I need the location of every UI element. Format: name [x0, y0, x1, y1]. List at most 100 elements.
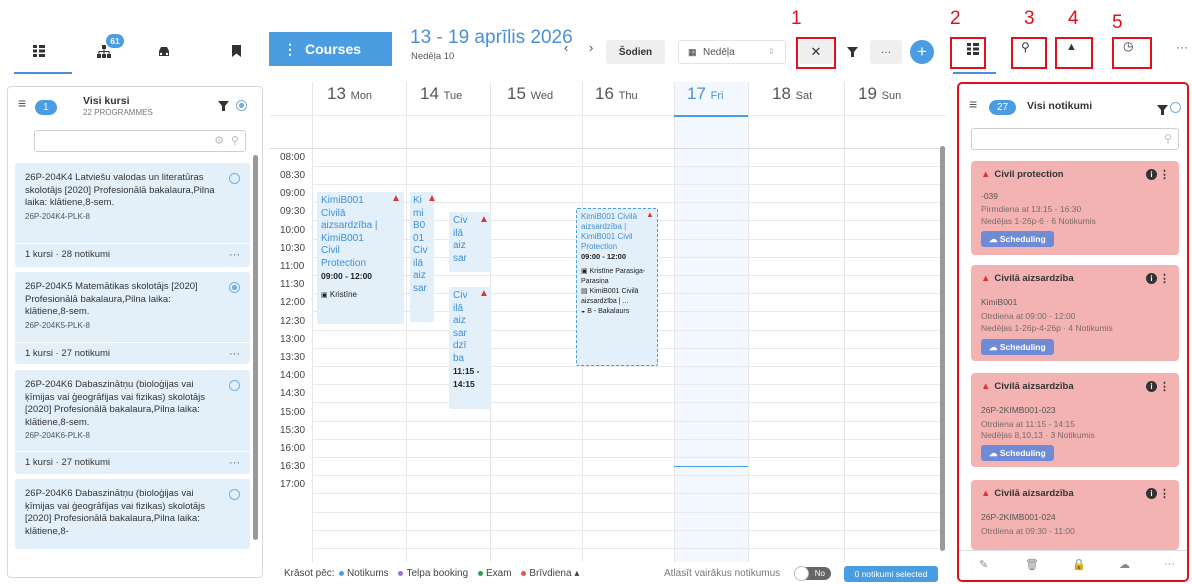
day-header-wed[interactable]: 15 Wed — [507, 84, 553, 104]
tab-more-icon[interactable]: ··· — [1176, 40, 1188, 54]
day-header-tue[interactable]: 14 Tue — [420, 84, 462, 104]
course-radio[interactable] — [229, 282, 240, 293]
view-select[interactable]: ▦ Nedēļa ⇕ — [678, 40, 786, 64]
event-card[interactable]: ▲ Civil protection i ⋮ -039 Pirmdiena at 1… — [971, 161, 1179, 255]
search-icon[interactable]: ⚲ — [231, 134, 239, 147]
kebab-icon[interactable]: ⋮ — [1159, 487, 1170, 500]
event-card-when: Otrdiena at 09:00 - 12:00 — [981, 311, 1076, 321]
event-card-title: Civilā aizsardzība — [994, 488, 1074, 499]
add-event-button[interactable]: + — [910, 40, 934, 64]
edit-icon[interactable]: ✎ — [979, 558, 988, 571]
scheduling-button[interactable]: ☁ Scheduling — [981, 339, 1054, 355]
menu-icon[interactable]: ≡ — [969, 96, 977, 112]
events-panel: ≡ 27 Visi notikumi ⚲ ▲ Civil protection i… — [957, 82, 1189, 582]
delete-icon[interactable]: 🗑 — [1025, 558, 1039, 571]
day-header-mon[interactable]: 13 Mon — [327, 84, 372, 104]
event-card[interactable]: ▲ Civilā aizsardzība i ⋮ 26P-2KIMB001-024 … — [971, 480, 1179, 550]
next-week-icon[interactable]: › — [589, 40, 593, 55]
info-icon[interactable]: i — [1146, 381, 1157, 392]
event-card-code: 26P-2KIMB001-024 — [981, 512, 1056, 522]
filter-icon[interactable] — [1157, 102, 1168, 120]
time-label: 08:00 — [280, 152, 306, 163]
panel-title: Visi kursi — [83, 95, 130, 107]
course-card[interactable]: 26P-204K6 Dabaszinātņu (bioloģijas vai ķ… — [15, 370, 250, 474]
tab-bookmark-icon[interactable] — [221, 36, 251, 66]
day-header-sat[interactable]: 18 Sat — [772, 84, 812, 104]
count-pill: 1 — [35, 100, 57, 115]
week-number: Nedēļa 10 — [411, 51, 455, 62]
course-code: 26P-204K6-PLK-8 — [25, 431, 90, 440]
course-card[interactable]: 26P-204K6 Dabaszinātņu (bioloģijas vai ķ… — [15, 479, 250, 549]
search-icon[interactable]: ⚲ — [1164, 132, 1172, 145]
dropdown-icon: ⇕ — [768, 47, 775, 56]
day-header-fri[interactable]: 17 Fri — [687, 84, 723, 104]
warning-icon: ▲ — [646, 210, 654, 219]
settings-icon[interactable]: ⚙ — [214, 134, 224, 147]
menu-icon[interactable]: ≡ — [18, 95, 26, 111]
filter-button[interactable] — [838, 40, 866, 64]
more-icon[interactable]: ··· — [229, 244, 240, 266]
time-label: 16:00 — [280, 443, 306, 454]
annotation-number: 3 — [1024, 8, 1035, 29]
select-all-radio[interactable] — [1170, 102, 1181, 113]
more-icon[interactable]: ··· — [229, 343, 240, 364]
scheduling-button[interactable]: ☁ Scheduling — [981, 445, 1054, 461]
info-icon[interactable]: i — [1146, 488, 1157, 499]
time-label: 17:00 — [280, 479, 306, 490]
event-civil-protection-mon[interactable]: KimiB001 Civilā aizsardzība | KimiB001 C… — [317, 192, 404, 324]
cloud-icon[interactable]: ☁ — [1119, 558, 1130, 571]
calendar-grid[interactable]: 13 Mon 14 Tue 15 Wed 16 Thu 17 Fri 18 Sa… — [270, 82, 946, 562]
tab-list-icon[interactable] — [24, 36, 54, 66]
kebab-icon[interactable]: ⋮ — [1159, 168, 1170, 181]
legend[interactable]: Notikums Telpa booking Exam Brīvdiena ▴ — [332, 568, 579, 579]
course-card[interactable]: 26P-204K5 Matemātikas skolotājs [2020] P… — [15, 272, 250, 364]
courses-button[interactable]: ⋮ Courses — [269, 32, 392, 66]
color-by-label: Krāsot pēc: — [284, 568, 335, 579]
scheduling-button[interactable]: ☁ Scheduling — [981, 231, 1054, 247]
event-civil-protection-tue-a[interactable]: Ki mi B0 01 Civ ilā aiz sar — [410, 192, 434, 322]
events-panel-footer: ✎ 🗑 🔒 ☁ ··· — [959, 550, 1187, 580]
course-list-header: ≡ 1 Visi kursi 22 PROGRAMMES — [8, 87, 262, 123]
calendar-scrollbar[interactable] — [940, 146, 945, 551]
left-scrollbar[interactable] — [253, 155, 258, 540]
event-civil-protection-tue-c[interactable]: Civ ilā aiz sar dzī ba 11:15 - 14:15 — [449, 287, 491, 409]
more-button[interactable]: ··· — [870, 40, 902, 64]
more-icon[interactable]: ··· — [1164, 558, 1175, 570]
event-civil-protection-thu[interactable]: KimiB001 Civilā aizsardzība | KimiB001 C… — [576, 208, 658, 366]
course-radio[interactable] — [229, 173, 240, 184]
today-button[interactable]: Šodien — [606, 40, 665, 64]
tab-warning-icon[interactable]: ▲ — [1066, 41, 1077, 53]
course-card[interactable]: 26P-204K4 Latviešu valodas un literatūra… — [15, 163, 250, 267]
annotation-box — [796, 37, 836, 69]
toggle-knob — [794, 566, 809, 581]
filter-icon[interactable] — [218, 98, 229, 116]
event-card[interactable]: ▲ Civilā aizsardzība i ⋮ 26P-2KIMB001-023 … — [971, 373, 1179, 467]
tab-clock-icon[interactable]: ◷ — [1123, 39, 1133, 53]
event-card-weeks: Nedēļas 1-26p-4-26p · 4 Notikumis — [981, 323, 1113, 333]
prev-week-icon[interactable]: ‹ — [564, 40, 568, 55]
select-all-radio[interactable] — [236, 100, 247, 111]
day-header-sun[interactable]: 19 Sun — [858, 84, 901, 104]
info-icon[interactable]: i — [1146, 169, 1157, 180]
info-icon[interactable]: i — [1146, 273, 1157, 284]
tab-car-icon[interactable] — [149, 36, 179, 66]
day-header-thu[interactable]: 16 Thu — [595, 84, 638, 104]
course-radio[interactable] — [229, 489, 240, 500]
events-search-input[interactable]: ⚲ — [971, 128, 1179, 150]
event-card-code: KimiB001 — [981, 297, 1018, 307]
annotation-box — [950, 37, 986, 69]
kebab-icon[interactable]: ⋮ — [1159, 380, 1170, 393]
annotation-number: 1 — [791, 8, 802, 29]
lock-icon[interactable]: 🔒 — [1072, 558, 1086, 571]
left-tab-bar: 61 — [0, 28, 265, 74]
event-card[interactable]: ▲ Civilā aizsardzība i ⋮ KimiB001 Otrdiena… — [971, 265, 1179, 361]
course-search-input[interactable]: ⚙ ⚲ — [34, 130, 246, 152]
event-card-title: Civilā aizsardzība — [994, 273, 1074, 284]
warning-icon: ▲ — [391, 193, 401, 204]
course-radio[interactable] — [229, 380, 240, 391]
calendar-icon: ▦ — [688, 47, 697, 57]
tab-search-icon[interactable]: ⚲ — [1021, 40, 1030, 54]
events-count-pill: 27 — [989, 100, 1017, 115]
kebab-icon[interactable]: ⋮ — [1159, 272, 1170, 285]
more-icon[interactable]: ··· — [229, 452, 240, 474]
